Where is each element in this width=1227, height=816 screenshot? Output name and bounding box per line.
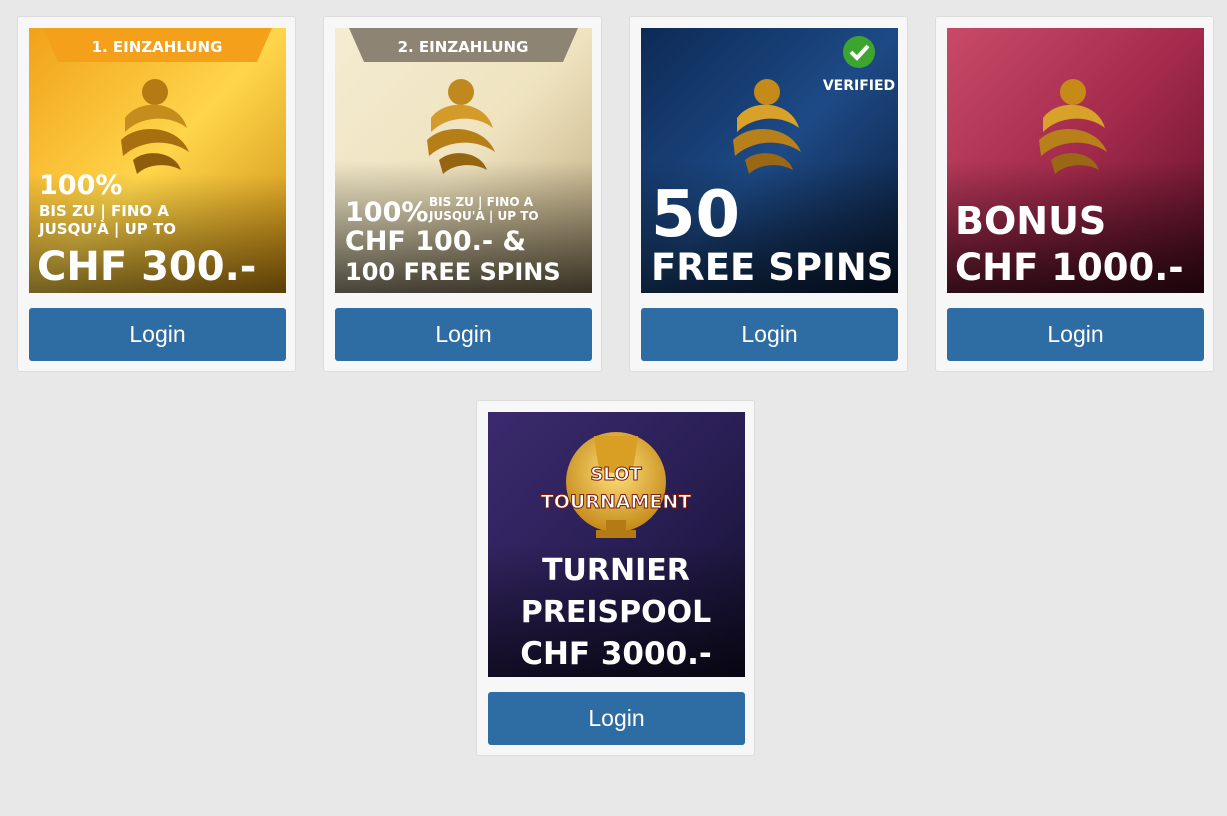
banner-big-number: 50 — [651, 178, 740, 252]
banner-amount: CHF 100.- & — [345, 226, 526, 257]
banner-amount: CHF 3000.- — [520, 636, 712, 672]
promo-banner-bonus: BONUS CHF 1000.- — [947, 28, 1204, 293]
trophy-label-slot: SLOT — [590, 464, 642, 485]
banner-amount: CHF 1000.- — [955, 246, 1184, 289]
banner-percent: 100% — [39, 170, 122, 201]
banner-percent: 100% — [345, 197, 428, 228]
banner-line-2: BIS ZU | FINO A — [39, 202, 169, 221]
promo-card-slot-tournament: SLOT TOURNAMENT TURNIER PREISPOOL CHF 30… — [476, 400, 755, 756]
banner-amount: CHF 300.- — [37, 244, 256, 290]
banner-turnier: TURNIER — [542, 553, 690, 588]
banner-line-3: JUSQU'À | UP TO — [428, 208, 539, 223]
verified-badge: VERIFIED — [823, 78, 895, 94]
trophy-label-tournament: TOURNAMENT — [541, 491, 692, 513]
login-button[interactable]: Login — [947, 308, 1204, 361]
login-button[interactable]: Login — [335, 308, 592, 361]
promo-card-first-deposit: 1. EINZAHLUNG 100% BIS ZU | FINO A JUSQU… — [17, 16, 296, 372]
promo-card-bonus: BONUS CHF 1000.- Login — [935, 16, 1214, 372]
login-button[interactable]: Login — [488, 692, 745, 745]
verified-check-icon — [843, 36, 875, 68]
login-button[interactable]: Login — [641, 308, 898, 361]
banner-line-3: JUSQU'À | UP TO — [38, 219, 176, 239]
banner-extra: 100 FREE SPINS — [345, 258, 561, 286]
promo-banner-first-deposit: 1. EINZAHLUNG 100% BIS ZU | FINO A JUSQU… — [29, 28, 286, 293]
banner-line-2: BIS ZU | FINO A — [429, 195, 534, 209]
promo-card-second-deposit: 2. EINZAHLUNG 100% BIS ZU | FINO A JUSQU… — [323, 16, 602, 372]
banner-preispool: PREISPOOL — [521, 595, 711, 630]
banner-bonus: BONUS — [955, 199, 1106, 243]
promo-banner-second-deposit: 2. EINZAHLUNG 100% BIS ZU | FINO A JUSQU… — [335, 28, 592, 293]
promo-banner-slot-tournament: SLOT TOURNAMENT TURNIER PREISPOOL CHF 30… — [488, 412, 745, 677]
banner-free-spins: FREE SPINS — [651, 246, 893, 289]
banner-ribbon: 1. EINZAHLUNG — [92, 38, 223, 56]
promo-card-free-spins: VERIFIED 50 FREE SPINS Login — [629, 16, 908, 372]
promo-banner-free-spins: VERIFIED 50 FREE SPINS — [641, 28, 898, 293]
banner-ribbon: 2. EINZAHLUNG — [398, 38, 529, 56]
login-button[interactable]: Login — [29, 308, 286, 361]
